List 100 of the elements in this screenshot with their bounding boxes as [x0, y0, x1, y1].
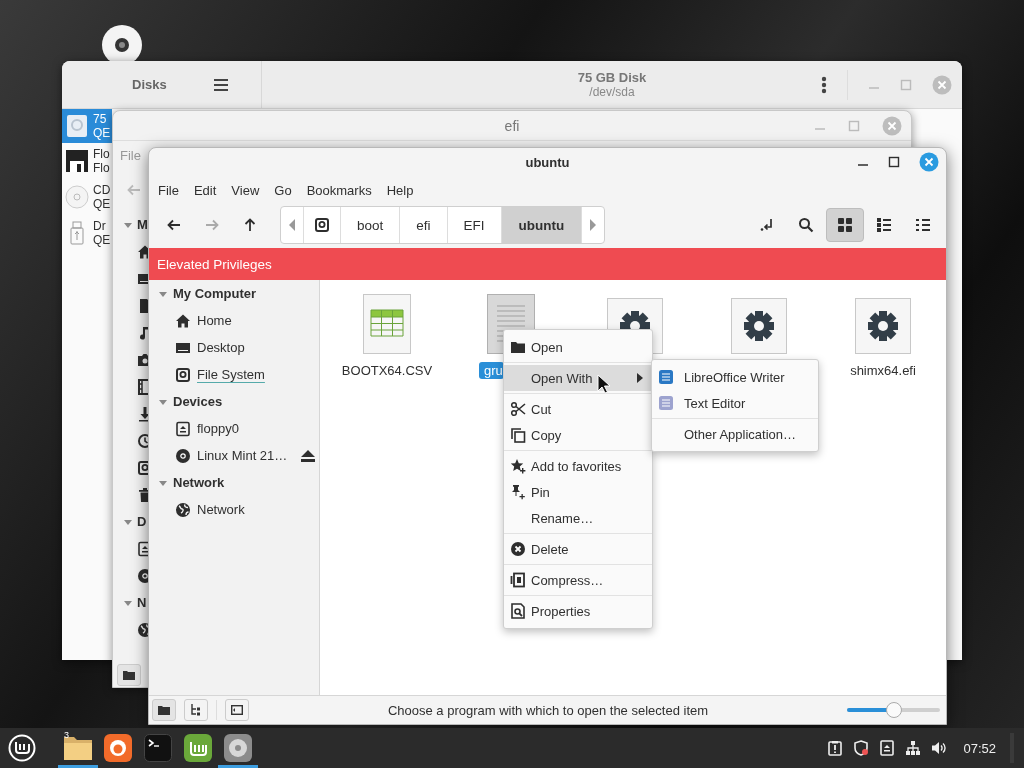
- menu-item[interactable]: Open With: [504, 365, 652, 391]
- list-view-icon: [876, 217, 892, 233]
- compact-view-icon: [915, 217, 931, 233]
- drive-item[interactable]: Dr QE: [62, 215, 112, 251]
- drive-model: QE: [93, 233, 111, 247]
- sidebar-toggle-button[interactable]: [225, 699, 249, 721]
- cursor-icon: [597, 374, 611, 394]
- menu-item[interactable]: Cut: [504, 396, 652, 422]
- writer-document-icon: [658, 369, 674, 385]
- maximize-icon[interactable]: [888, 156, 900, 168]
- return-icon[interactable]: [759, 217, 775, 233]
- more-icon[interactable]: [821, 75, 827, 94]
- menu-item[interactable]: Bookmarks: [306, 182, 372, 198]
- drive-model: Flo: [93, 161, 110, 175]
- sidebar-heading: D: [137, 514, 147, 529]
- drive-name: Dr: [93, 219, 107, 233]
- drive-icon: [175, 366, 191, 383]
- browser-icon: [104, 734, 132, 762]
- folder-icon: [123, 670, 135, 680]
- menu-item[interactable]: Compress…: [504, 567, 652, 593]
- tree-button[interactable]: [184, 699, 208, 721]
- places-button[interactable]: [117, 664, 141, 686]
- drive-model: QE: [93, 197, 111, 211]
- taskbar-app[interactable]: 3: [58, 728, 98, 768]
- copy-icon: [510, 427, 526, 443]
- sidebar-heading: N: [137, 595, 147, 610]
- menu-item[interactable]: Edit: [193, 182, 217, 198]
- shield-icon[interactable]: [853, 740, 870, 756]
- sidebar-item[interactable]: Network: [149, 496, 319, 523]
- gear-file-icon: [855, 298, 911, 354]
- sidebar-item[interactable]: Linux Mint 21…: [149, 442, 319, 469]
- menu-item[interactable]: Go: [274, 182, 292, 198]
- file-name[interactable]: shimx64.efi: [845, 362, 921, 379]
- menu-item[interactable]: Help: [386, 182, 414, 198]
- menu-item[interactable]: Other Application…: [652, 421, 818, 447]
- menu-item[interactable]: Rename…: [504, 505, 652, 531]
- network-icon[interactable]: [905, 740, 922, 756]
- sidebar-item[interactable]: Desktop: [149, 334, 319, 361]
- folder-icon: [510, 339, 526, 355]
- sidebar-item[interactable]: floppy0: [149, 415, 319, 442]
- mint-logo-icon[interactable]: [8, 734, 36, 762]
- menu-item[interactable]: Delete: [504, 536, 652, 562]
- folder-icon: [158, 705, 170, 715]
- zoom-slider[interactable]: [847, 702, 940, 718]
- back-arrow-icon[interactable]: [167, 218, 181, 232]
- sidebar-item[interactable]: Home: [149, 307, 319, 334]
- tree-icon: [190, 704, 202, 716]
- scissors-icon: [510, 401, 526, 417]
- disk-path: /dev/sda: [589, 85, 635, 99]
- menu-item[interactable]: LibreOffice Writer: [652, 364, 818, 390]
- file-name[interactable]: BOOTX64.CSV: [336, 362, 438, 379]
- scroll-right-icon[interactable]: [590, 219, 597, 231]
- floppy-icon: [65, 149, 89, 173]
- delete-icon: [510, 541, 526, 557]
- drive-item[interactable]: Flo Flo: [62, 143, 112, 179]
- sidebar-icon: [231, 705, 243, 715]
- drive-item[interactable]: CD QE: [62, 179, 112, 215]
- menu-item[interactable]: Text Editor: [652, 390, 818, 416]
- disc-icon: [175, 447, 191, 464]
- app-title: Disks: [132, 77, 167, 92]
- properties-icon: [510, 603, 526, 619]
- places-button[interactable]: [152, 699, 176, 721]
- window-title: efi: [504, 117, 520, 134]
- path-segment[interactable]: boot: [341, 207, 401, 243]
- menu-item[interactable]: Copy: [504, 422, 652, 448]
- drive-item[interactable]: 75 QE: [62, 109, 112, 143]
- volume-icon[interactable]: [931, 740, 948, 756]
- menu-item[interactable]: Open: [504, 334, 652, 360]
- menu-item[interactable]: Pin: [504, 479, 652, 505]
- scroll-left-icon[interactable]: [289, 219, 295, 231]
- path-segment[interactable]: ubuntu: [501, 207, 583, 243]
- notes-icon[interactable]: [879, 740, 896, 756]
- sidebar-item[interactable]: File System: [149, 361, 319, 388]
- close-icon[interactable]: [919, 152, 939, 172]
- menu-item[interactable]: File: [158, 182, 179, 198]
- view-button[interactable]: [826, 208, 864, 242]
- disk-title: 75 GB Disk: [577, 70, 647, 85]
- grid-view-icon: [837, 217, 853, 233]
- terminal-icon: [144, 734, 172, 762]
- up-arrow-icon[interactable]: [243, 218, 257, 232]
- menu-item[interactable]: Add to favorites: [504, 453, 652, 479]
- text-editor-icon: [658, 395, 674, 411]
- drive-name: CD: [93, 183, 111, 197]
- clock[interactable]: 07:52: [963, 740, 996, 756]
- menu-item[interactable]: Properties: [504, 598, 652, 624]
- path-segment[interactable]: EFI: [447, 207, 502, 243]
- path-segment[interactable]: efi: [400, 207, 448, 243]
- menu-icon[interactable]: [212, 77, 229, 92]
- globe-icon: [175, 501, 191, 518]
- eject-icon[interactable]: [301, 449, 315, 462]
- sidebar-heading: Devices: [173, 394, 223, 409]
- menu-item[interactable]: View: [231, 182, 260, 198]
- disk-utility-icon: [224, 734, 252, 762]
- cd-icon: [65, 185, 89, 209]
- search-icon[interactable]: [798, 217, 814, 233]
- clipboard-icon[interactable]: [827, 740, 844, 756]
- slider-thumb[interactable]: [885, 702, 902, 718]
- drive-name: Flo: [93, 147, 110, 161]
- drive-model: QE: [93, 126, 111, 140]
- removable-drive-icon: [175, 420, 191, 437]
